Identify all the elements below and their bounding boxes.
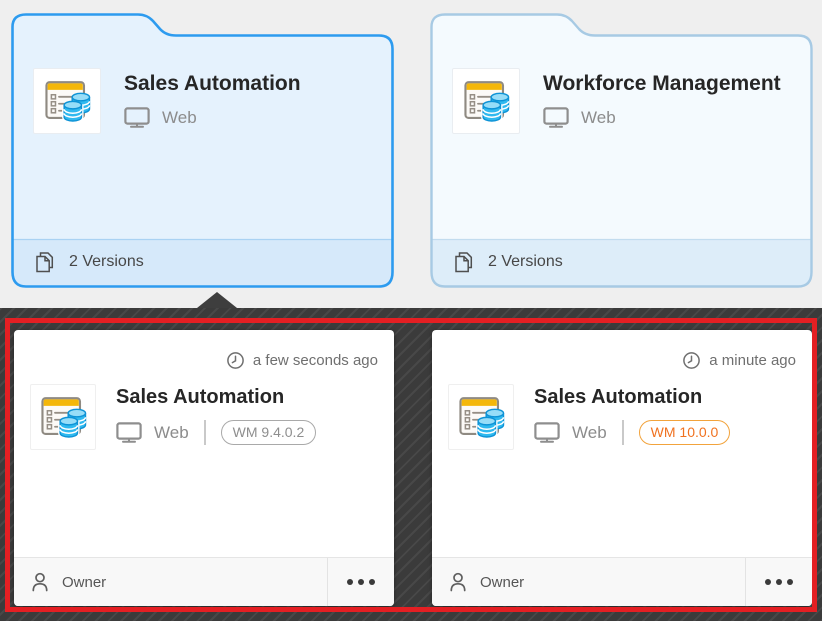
- divider: [622, 420, 624, 445]
- folder-platform-label: Web: [162, 108, 197, 128]
- monitor-icon: [543, 107, 569, 128]
- folder-title: Sales Automation: [124, 68, 301, 96]
- monitor-icon: [534, 422, 560, 443]
- app-icon-tile: [30, 384, 96, 450]
- pages-icon: [453, 251, 474, 274]
- clock-icon: [682, 351, 701, 370]
- more-menu-button[interactable]: [327, 558, 394, 606]
- version-timestamp: a minute ago: [448, 346, 796, 374]
- app-window-with-databases-icon: [461, 76, 511, 126]
- more-menu-button[interactable]: [745, 558, 812, 606]
- more-dots-icon: [347, 579, 354, 586]
- folder-versions-label: 2 Versions: [488, 253, 563, 271]
- pages-icon: [34, 251, 55, 274]
- version-card-wm-9402[interactable]: a few seconds ago: [14, 330, 394, 606]
- folder-versions-footer: 2 Versions: [430, 239, 813, 285]
- monitor-icon: [116, 422, 142, 443]
- expansion-caret: [197, 292, 237, 308]
- person-icon: [29, 571, 51, 593]
- monitor-icon: [124, 107, 150, 128]
- app-window-with-databases-icon: [456, 392, 506, 442]
- folder-title: Workforce Management: [543, 68, 781, 96]
- version-badge: WM 10.0.0: [639, 420, 731, 445]
- version-badge: WM 9.4.0.2: [221, 420, 317, 445]
- app-window-with-databases-icon: [38, 392, 88, 442]
- app-icon-tile: [448, 384, 514, 450]
- app-icon-tile: [33, 68, 101, 134]
- app-folder-workforce-management[interactable]: Workforce Management Web 2 Versions: [430, 10, 813, 288]
- person-icon: [447, 571, 469, 593]
- folder-versions-footer: 2 Versions: [11, 239, 394, 285]
- version-card-title: Sales Automation: [534, 384, 730, 409]
- app-window-with-databases-icon: [42, 76, 92, 126]
- app-icon-tile: [452, 68, 520, 134]
- version-card-title: Sales Automation: [116, 384, 316, 409]
- owner-label-row: Owner: [14, 558, 327, 606]
- version-platform-label: Web: [572, 423, 607, 443]
- divider: [204, 420, 206, 445]
- clock-icon: [226, 351, 245, 370]
- app-folder-sales-automation[interactable]: Sales Automation Web 2 Versions: [11, 10, 394, 288]
- application-versions-screen: Sales Automation Web 2 Versions: [0, 0, 822, 621]
- folder-platform-label: Web: [581, 108, 616, 128]
- owner-label-row: Owner: [432, 558, 745, 606]
- version-timestamp: a few seconds ago: [30, 346, 378, 374]
- more-dots-icon: [765, 579, 772, 586]
- version-card-wm-1000[interactable]: a minute ago: [432, 330, 812, 606]
- folder-versions-label: 2 Versions: [69, 253, 144, 271]
- version-platform-label: Web: [154, 423, 189, 443]
